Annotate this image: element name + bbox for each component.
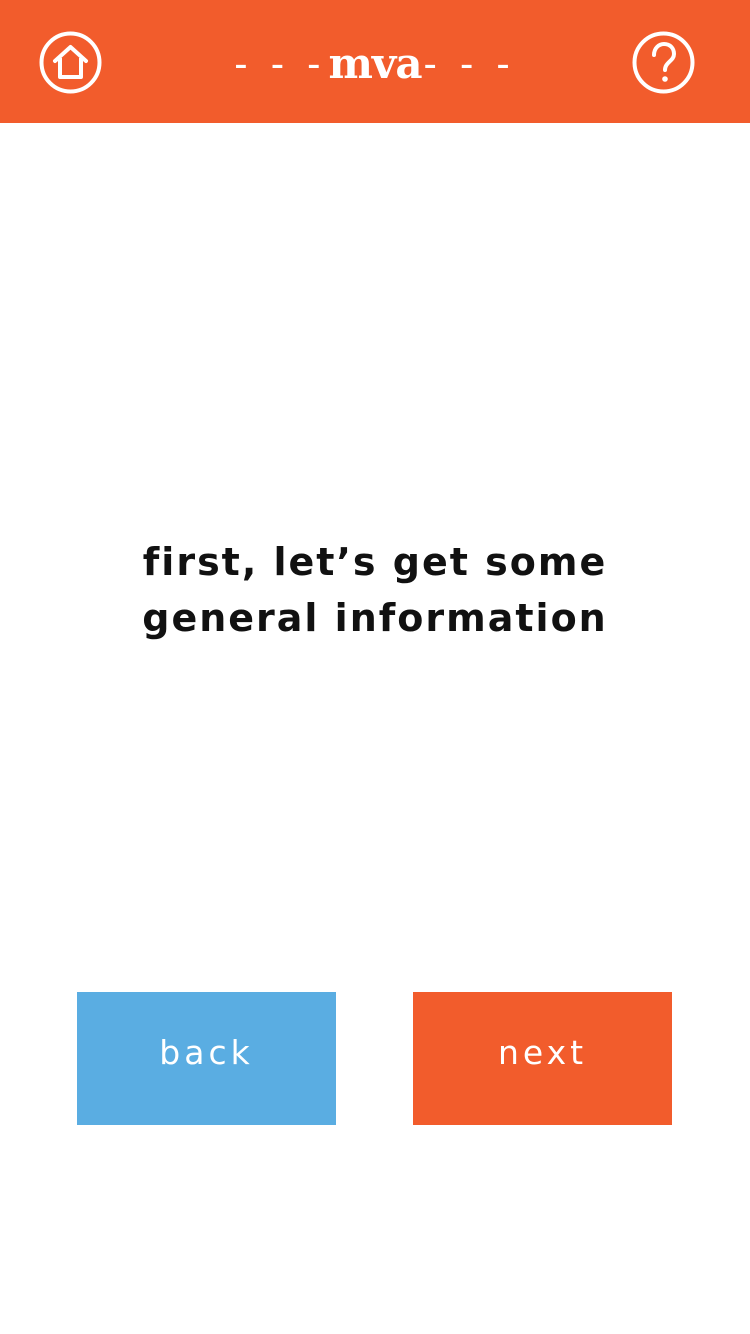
logo-right-dashes: - - - [423, 42, 516, 86]
intro-message-line-1: first, let’s get some [142, 540, 608, 584]
logo-text: mva [328, 39, 422, 88]
back-button[interactable]: back [77, 992, 336, 1125]
question-mark-icon [632, 31, 695, 94]
header-bar: - - - mva - - - [0, 0, 750, 123]
screen: - - - mva - - - first, let’s get some ge… [0, 0, 750, 1334]
home-icon [39, 31, 102, 94]
app-logo: - - - mva - - - [200, 34, 550, 94]
home-button[interactable] [39, 31, 102, 94]
help-button[interactable] [632, 31, 695, 94]
next-button[interactable]: next [413, 992, 672, 1125]
intro-message-line-2: general information [142, 596, 608, 640]
intro-message: first, let’s get some general informatio… [75, 534, 675, 646]
logo-left-dashes: - - - [234, 42, 327, 86]
